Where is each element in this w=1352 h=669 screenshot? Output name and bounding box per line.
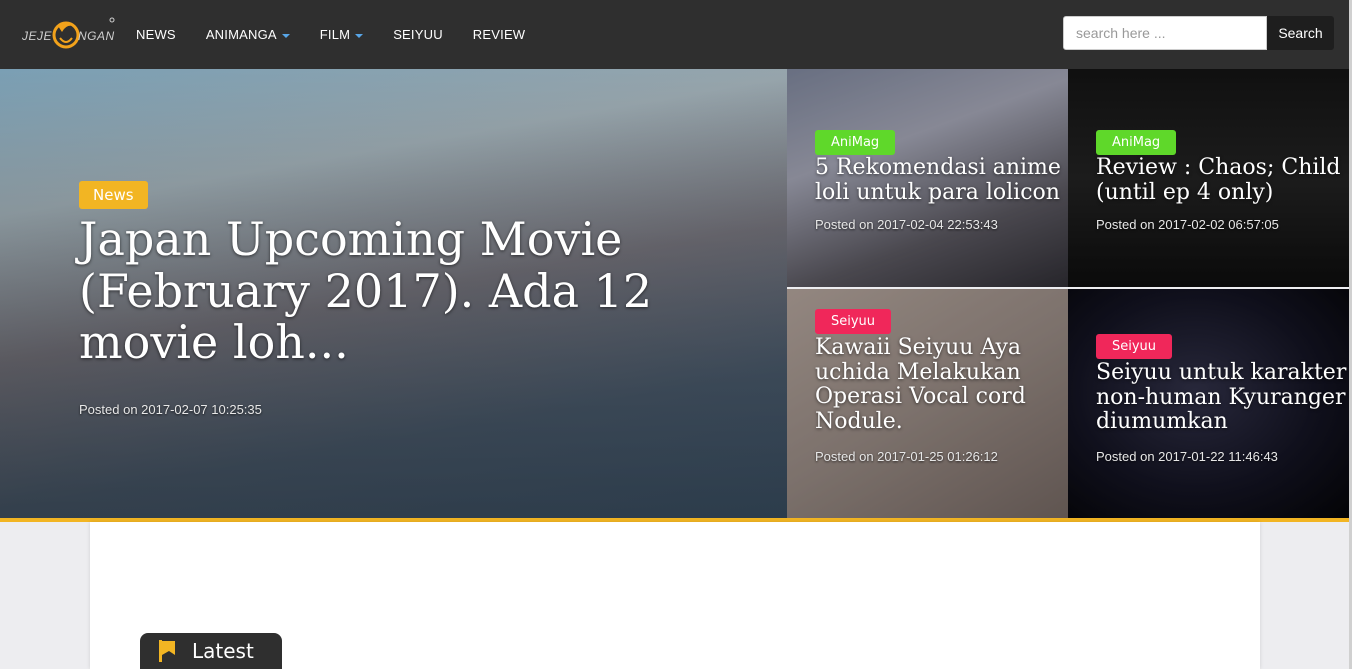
category-tag[interactable]: Seiyuu <box>815 309 892 334</box>
top-navbar: JEJE NGAN NEWS ANIMANGA FILM SEIYUU REVI… <box>0 0 1352 69</box>
orange-swirl-logo-icon: JEJE NGAN <box>21 17 115 49</box>
main-nav: NEWS ANIMANGA FILM SEIYUU REVIEW <box>136 0 555 69</box>
featured-grid: News Japan Upcoming Movie (February 2017… <box>0 69 1352 518</box>
post-title[interactable]: 5 Rekomendasi anime loli untuk para loli… <box>815 155 1068 205</box>
post-date: Posted on 2017-01-22 11:46:43 <box>1096 449 1278 464</box>
post-title[interactable]: Seiyuu untuk karakter non-human Kyurange… <box>1096 360 1352 435</box>
bookmark-icon <box>159 640 175 662</box>
post-title[interactable]: Review : Chaos; Child (until ep 4 only) <box>1096 155 1352 205</box>
featured-post-2[interactable]: AniMag Review : Chaos; Child (until ep 4… <box>1068 69 1352 287</box>
nav-item-label: ANIMANGA <box>205 27 277 42</box>
latest-label: Latest <box>192 639 254 663</box>
svg-text:JEJE: JEJE <box>21 29 53 43</box>
search-input[interactable] <box>1063 16 1267 50</box>
nav-item-label: REVIEW <box>472 27 526 42</box>
nav-item-label: FILM <box>319 27 351 42</box>
caret-down-icon <box>281 33 290 38</box>
nav-item-review[interactable]: REVIEW <box>473 27 525 42</box>
featured-main-post[interactable]: News Japan Upcoming Movie (February 2017… <box>0 69 787 518</box>
svg-text:NGAN: NGAN <box>78 29 115 43</box>
post-title[interactable]: Japan Upcoming Movie (February 2017). Ad… <box>79 213 719 369</box>
featured-post-4[interactable]: Seiyuu Seiyuu untuk karakter non-human K… <box>1068 289 1352 518</box>
nav-item-label: SEIYUU <box>393 27 443 42</box>
site-logo[interactable]: JEJE NGAN <box>20 12 116 56</box>
post-title[interactable]: Kawaii Seiyuu Aya uchida Melakukan Opera… <box>815 335 1068 435</box>
search-form: Search <box>1063 16 1334 50</box>
search-button[interactable]: Search <box>1267 16 1334 50</box>
category-tag[interactable]: Seiyuu <box>1096 334 1173 359</box>
post-date: Posted on 2017-01-25 01:26:12 <box>815 449 998 464</box>
featured-post-3[interactable]: Seiyuu Kawaii Seiyuu Aya uchida Melakuka… <box>787 289 1068 518</box>
category-tag[interactable]: News <box>79 181 148 209</box>
nav-item-news[interactable]: NEWS <box>136 27 176 42</box>
nav-item-label: NEWS <box>136 27 176 42</box>
caret-down-icon <box>355 33 364 38</box>
post-date: Posted on 2017-02-07 10:25:35 <box>79 402 262 417</box>
category-tag[interactable]: AniMag <box>1096 130 1177 155</box>
content-panel: Latest <box>90 522 1260 669</box>
nav-item-animanga[interactable]: ANIMANGA <box>206 27 290 42</box>
latest-section-header[interactable]: Latest <box>140 633 282 669</box>
nav-item-seiyuu[interactable]: SEIYUU <box>393 27 443 42</box>
category-tag[interactable]: AniMag <box>815 130 896 155</box>
featured-post-1[interactable]: AniMag 5 Rekomendasi anime loli untuk pa… <box>787 69 1068 287</box>
post-date: Posted on 2017-02-04 22:53:43 <box>815 217 998 232</box>
nav-item-film[interactable]: FILM <box>319 27 364 42</box>
post-date: Posted on 2017-02-02 06:57:05 <box>1096 217 1279 232</box>
